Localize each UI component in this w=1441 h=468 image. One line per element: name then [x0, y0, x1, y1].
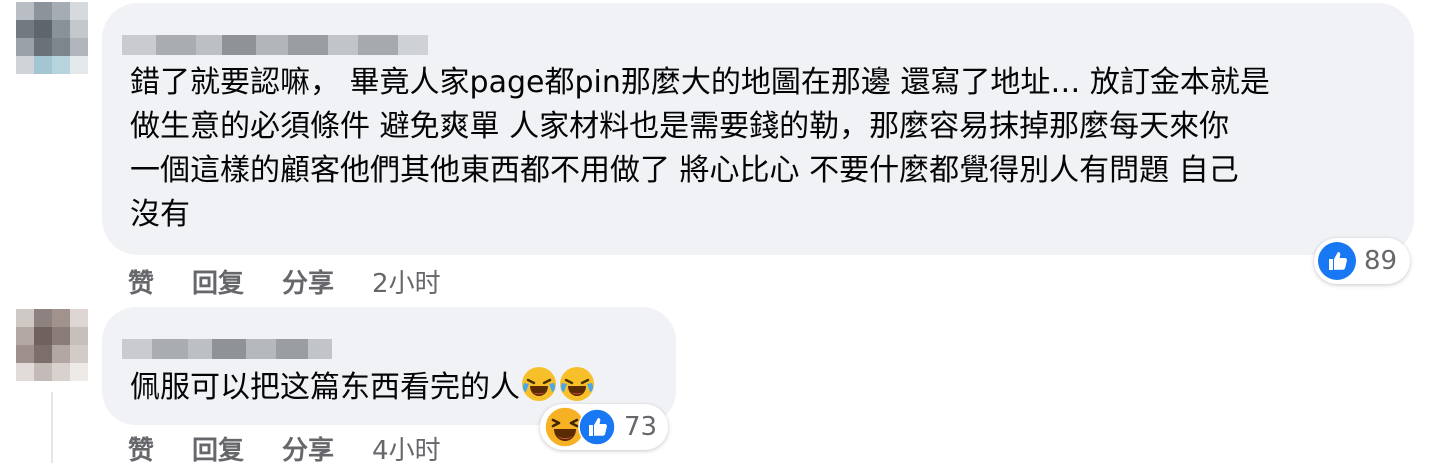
comment-line: 一個這樣的顧客他們其他東西都不用做了 將心比心 不要什麼都覺得別人有問題 自己 — [130, 153, 1239, 188]
comment-line: 做生意的必須條件 避免爽單 人家材料也是需要錢的勒，那麼容易抹掉那麼每天來你 — [130, 109, 1230, 144]
like-button[interactable]: 赞 — [128, 263, 154, 300]
comment-line: 佩服可以把这篇东西看完的人 — [130, 370, 520, 405]
comment-actions: 赞 回复 分享 2小时 — [128, 261, 441, 301]
comment-text: 錯了就要認嘛， 畢竟人家page都pin那麼大的地圖在那邊 還寫了地址… 放訂金… — [130, 61, 1400, 237]
reply-button[interactable]: 回复 — [192, 430, 244, 467]
like-icon — [1318, 242, 1356, 280]
reply-button[interactable]: 回复 — [192, 263, 244, 300]
reaction-summary[interactable]: 89 — [1314, 238, 1410, 284]
share-button[interactable]: 分享 — [282, 430, 334, 467]
author-name[interactable] — [122, 339, 332, 359]
rolling-laughing-emoji — [560, 367, 594, 401]
like-icon — [578, 408, 616, 446]
timestamp[interactable]: 2小时 — [372, 263, 441, 300]
avatar[interactable] — [16, 309, 88, 381]
reaction-count: 73 — [624, 412, 658, 442]
thread-line — [51, 392, 53, 463]
comment-line: 沒有 — [130, 197, 190, 232]
avatar[interactable] — [16, 2, 88, 74]
timestamp[interactable]: 4小时 — [372, 430, 441, 467]
comment-line: 錯了就要認嘛， 畢竟人家page都pin那麼大的地圖在那邊 還寫了地址… 放訂金… — [130, 65, 1270, 100]
rolling-laughing-emoji — [522, 367, 556, 401]
like-button[interactable]: 赞 — [128, 430, 154, 467]
share-button[interactable]: 分享 — [282, 263, 334, 300]
comment-bubble: 錯了就要認嘛， 畢竟人家page都pin那麼大的地圖在那邊 還寫了地址… 放訂金… — [102, 3, 1414, 255]
comment-actions: 赞 回复 分享 4小时 — [128, 428, 441, 468]
reaction-count: 89 — [1364, 246, 1398, 276]
author-name[interactable] — [122, 35, 428, 55]
reaction-summary[interactable]: 73 — [540, 404, 668, 450]
